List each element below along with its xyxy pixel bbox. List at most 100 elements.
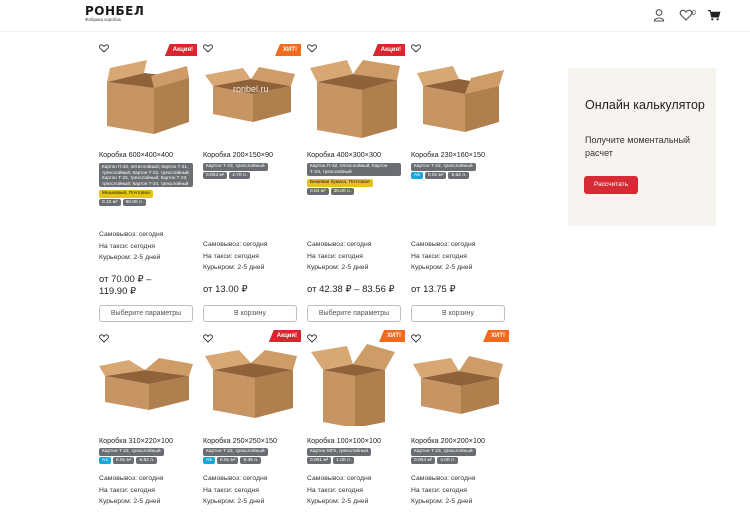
taxi-info: На такси: сегодня (307, 486, 363, 494)
add-to-cart-button[interactable]: В корзину (411, 305, 505, 322)
area-tag: 0.10 м² (99, 198, 121, 207)
material-tag: Картон П-32, пятислойный; Картон Т-21, т… (99, 163, 193, 188)
area-tag: 0.003 м² (203, 171, 228, 179)
price: от 70.00 ₽ – (99, 274, 152, 285)
qty-tag: 2.70 л. (229, 171, 251, 179)
taxi-info: На такси: сегодня (411, 252, 467, 260)
product-photo[interactable] (307, 56, 401, 140)
heart-icon[interactable] (99, 334, 109, 343)
product-photo[interactable] (99, 56, 193, 140)
courier-info: Курьером: 2-5 дней (307, 264, 369, 271)
format-tag: А5 (203, 456, 215, 464)
heart-icon[interactable] (411, 44, 421, 53)
select-options-button[interactable]: Выберите параметры (99, 305, 193, 322)
courier-info: Курьером: 2-5 дней (307, 498, 369, 505)
hit-badge: ХИТ! (483, 330, 509, 342)
price: от 42.38 ₽ – 83.56 ₽ (307, 284, 395, 295)
pickup-info: Самовывоз: сегодня (307, 241, 372, 248)
heart-icon[interactable] (99, 44, 109, 53)
product-title[interactable]: Коробка 400×300×300 (307, 150, 381, 159)
pickup-info: Самовывоз: сегодня (307, 475, 372, 482)
qty-tag: 36.00 л. (330, 187, 355, 195)
coating-tag: Мешковый, Почтовое (99, 190, 153, 198)
pickup-info: Самовывоз: сегодня (203, 241, 268, 248)
material-tag: Картон Т-23, трехслойный (411, 448, 476, 456)
qty-tag: 6.82 л. (136, 456, 158, 464)
area-tag: 0.04 м² (307, 187, 329, 195)
courier-info: Курьером: 2-5 дней (411, 498, 473, 505)
courier-info: Курьером: 2-5 дней (203, 498, 265, 505)
user-icon[interactable] (652, 8, 666, 22)
material-tag: Картон МГК, трехслойный (307, 448, 372, 456)
cart-icon[interactable] (707, 8, 721, 22)
select-options-button[interactable]: Выберите параметры (307, 305, 401, 322)
product-title[interactable]: Коробка 250×250×150 (203, 436, 277, 445)
product-title[interactable]: Коробка 200×150×90 (203, 150, 273, 159)
courier-info: Курьером: 2-5 дней (203, 264, 265, 271)
calculator-widget: Онлайн калькулятор Получите моментальный… (568, 68, 716, 226)
product-photo[interactable] (99, 344, 193, 428)
area-tag: 0.01 м² (112, 456, 135, 464)
pickup-info: Самовывоз: сегодня (99, 475, 164, 482)
area-tag: 0.001 м² (307, 456, 332, 464)
heart-icon[interactable] (411, 334, 421, 343)
site-header: РОНБЕЛ Фабрика коробок 0 (0, 0, 750, 32)
product-title[interactable]: Коробка 100×100×100 (307, 436, 381, 445)
watermark: ronbel.ru (233, 84, 269, 94)
courier-info: Курьером: 2-5 дней (99, 254, 161, 261)
price: от 13.00 ₽ (203, 284, 248, 295)
coating-tag: Бежевая бумага, Почтовое (307, 179, 373, 187)
taxi-info: На такси: сегодня (203, 486, 259, 494)
qty-tag: 4.00 л. (437, 456, 459, 464)
format-tag: А4 (99, 456, 111, 464)
heart-icon[interactable] (203, 334, 213, 343)
calculate-button[interactable]: Рассчитать (584, 176, 638, 194)
qty-tag: 96.00 л. (122, 198, 147, 207)
product-title[interactable]: Коробка 600×400×400 (99, 150, 173, 159)
material-tag: Картон П-32, пятислойный; Картон Т-23, т… (307, 163, 401, 176)
product-photo[interactable] (203, 344, 297, 428)
taxi-info: На такси: сегодня (307, 252, 363, 260)
pickup-info: Самовывоз: сегодня (411, 241, 476, 248)
qty-tag: 9.38 л. (240, 456, 262, 464)
taxi-info: На такси: сегодня (203, 252, 259, 260)
pickup-info: Самовывоз: сегодня (203, 475, 268, 482)
price: от 13.75 ₽ (411, 284, 456, 295)
product-photo[interactable] (203, 56, 297, 140)
material-tag: Картон Т-22, трехслойный (99, 448, 164, 456)
site-logo[interactable]: РОНБЕЛ Фабрика коробок (85, 5, 144, 23)
heart-icon[interactable] (307, 44, 317, 53)
product-photo[interactable] (307, 342, 401, 426)
courier-info: Курьером: 2-5 дней (411, 264, 473, 271)
pickup-info: Самовывоз: сегодня (99, 231, 164, 238)
product-title[interactable]: Коробка 310×220×100 (99, 436, 173, 445)
sale-badge: Акция! (164, 44, 197, 56)
qty-tag: 1.00 л. (333, 456, 355, 464)
taxi-info: На такси: сегодня (99, 486, 155, 494)
area-tag: 0.01 м² (216, 456, 239, 464)
sale-badge: Акция! (268, 330, 301, 342)
taxi-info: На такси: сегодня (99, 242, 155, 250)
product-photo[interactable] (411, 56, 505, 140)
heart-icon[interactable] (203, 44, 213, 53)
material-tag: Картон Т-22, трехслойный (411, 163, 476, 171)
courier-info: Курьером: 2-5 дней (99, 498, 161, 505)
sale-badge: Акция! (372, 44, 405, 56)
hit-badge: ХИТ! (379, 330, 405, 342)
product-photo[interactable] (411, 344, 505, 428)
add-to-cart-button[interactable]: В корзину (203, 305, 297, 322)
taxi-info: На такси: сегодня (411, 486, 467, 494)
qty-tag: 5.52 л. (448, 171, 470, 179)
wishlist-count: 0 (692, 10, 696, 17)
price-max: 119.90 ₽ (99, 286, 137, 297)
material-tag: Картон Т-23, трехслойный (203, 163, 268, 171)
calculator-subtitle: Получите моментальный расчет (585, 135, 691, 158)
format-tag: А5 (411, 171, 423, 179)
material-tag: Картон Т-22, трехслойный (203, 448, 268, 456)
product-title[interactable]: Коробка 230×160×150 (411, 150, 485, 159)
product-title[interactable]: Коробка 200×200×100 (411, 436, 485, 445)
area-tag: 0.01 м² (424, 171, 447, 179)
area-tag: 0.004 м² (411, 456, 436, 464)
wishlist-icon[interactable] (679, 8, 693, 22)
logo-text: РОНБЕЛ (85, 4, 145, 18)
